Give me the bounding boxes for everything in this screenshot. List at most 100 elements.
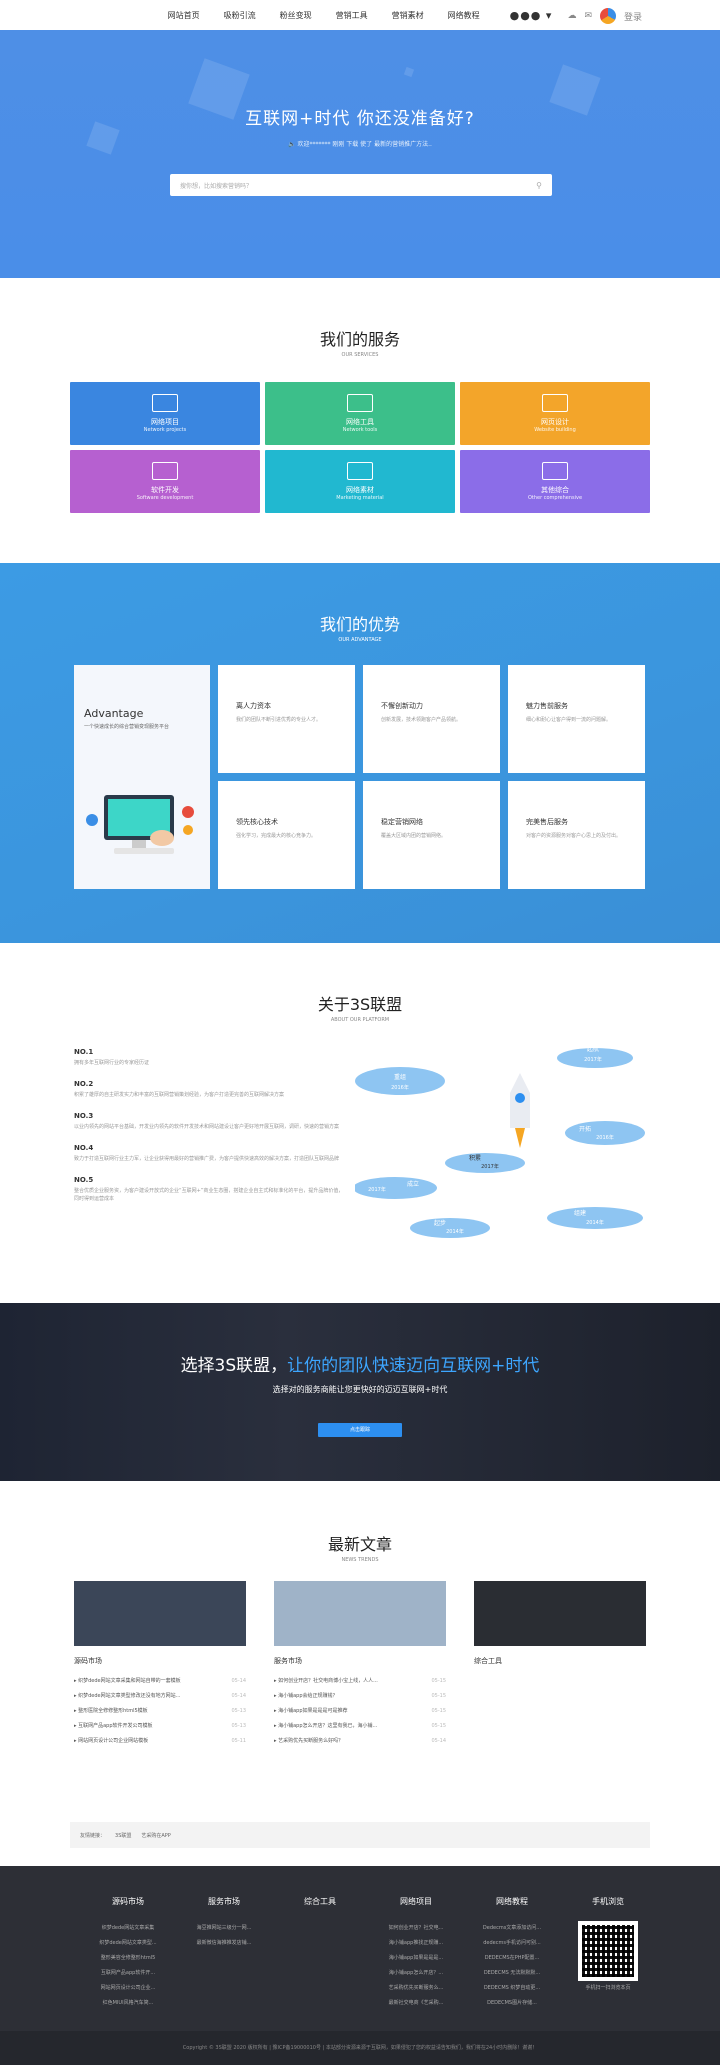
advantage-grid: Advantage 一个快速成长的综合营销变现服务平台 离人力资本 我们的团队不断… <box>74 665 645 889</box>
footer-link[interactable]: DEDECMS图片存储... <box>464 1996 560 2011</box>
news-item[interactable]: ▸ 海小铺app会给正规赚钱？ 05-15 <box>274 1689 446 1704</box>
nav-home[interactable]: 网站首页 <box>168 10 200 21</box>
news-item[interactable]: ▸ 海小铺app如果是是是可是推荐 05-15 <box>274 1704 446 1719</box>
footer-link[interactable]: 互联网产品app软件开... <box>80 1966 176 1981</box>
advantage-title: 我们的优势 <box>319 615 400 634</box>
about-title: 关于3S联盟 <box>317 995 403 1014</box>
footer-link[interactable]: 海小铺app如果是是是... <box>368 1951 464 1966</box>
news-image[interactable] <box>274 1581 446 1646</box>
footer-link[interactable]: Dedecms文章添加访问... <box>464 1921 560 1936</box>
news-category[interactable]: 服务市场 <box>274 1656 446 1666</box>
news-item[interactable]: ▸ 织梦dede网站文章类型修改还没有地方网站... 05-14 <box>74 1689 246 1704</box>
service-en: Other comprehensive <box>527 495 583 501</box>
service-card[interactable]: 网页设计 Website building <box>460 382 650 445</box>
nav-tutorials[interactable]: 网络教程 <box>448 10 480 21</box>
footer-column: 服务市场 海豆推网站三级分一网... 最新微信海推推发店铺... <box>176 1896 272 2011</box>
footer-link[interactable]: 织梦dede网站文章类型... <box>80 1936 176 1951</box>
footer-link[interactable]: 最新微信海推推发店铺... <box>176 1936 272 1951</box>
advantage-card-title: 完美售后服务 <box>526 818 568 826</box>
nav-materials[interactable]: 营销素材 <box>392 10 424 21</box>
service-card[interactable]: 其他综合 Other comprehensive <box>460 450 650 513</box>
news-list: ▸ 织梦dede网站文章采集和网站自带的一套模板 05-14 ▸ 织梦dede网站文… <box>74 1674 246 1749</box>
about-item-desc: 致力于打造互联网行业主力军，让企业获得用最好的营销推广费，为客户提供快速高效的解… <box>74 1156 340 1162</box>
footer-link[interactable]: 如何创业开店？社交电... <box>368 1921 464 1936</box>
services-subtitle: OUR SERVICES <box>341 352 379 358</box>
news-image[interactable] <box>474 1581 646 1646</box>
footer-link[interactable]: 整形美容全修整形html5 <box>80 1951 176 1966</box>
service-name: 软件开发 <box>151 486 179 494</box>
news-item[interactable]: ▸ 如何创业开店？社交电商博小宝上线，人人... 05-15 <box>274 1674 446 1689</box>
footer-link[interactable]: 海小铺app怎么开店？... <box>368 1966 464 1981</box>
news-item-date: 05-15 <box>431 1693 446 1699</box>
footer-column-title: 网络项目 <box>400 1897 432 1906</box>
search-placeholder: 搜你想，比如搜索营销吗？ <box>180 182 253 190</box>
advantage-card: 稳定营销网络覆盖大区域内团的营销网络。 <box>363 781 500 889</box>
footer-link[interactable]: DEDECMS在PHP配置... <box>464 1951 560 1966</box>
service-card[interactable]: 网络项目 Network projects <box>70 382 260 445</box>
friend-link[interactable]: 3S联盟 <box>115 1832 131 1839</box>
advantage-card-title: 领先核心技术 <box>236 818 278 826</box>
footer-link[interactable]: 红色MIUI风格汽车简... <box>80 1996 176 2011</box>
friend-link[interactable]: 艺采购在APP <box>141 1832 170 1839</box>
advantage-card-desc: 覆盖大区域内团的营销网络。 <box>381 833 447 839</box>
news-item[interactable]: ▸ 织梦dede网站文章采集和网站自带的一套模板 05-14 <box>74 1674 246 1689</box>
computer-illustration <box>86 795 194 854</box>
cloud-upload-icon[interactable]: ☁ <box>567 11 576 21</box>
brand-logo[interactable] <box>599 8 616 24</box>
news-item-date: 05-15 <box>431 1708 446 1714</box>
about-item-no: NO.3 <box>74 1112 94 1120</box>
news-item[interactable]: ▸ 网站网页设计公司企业网站模板 05-11 <box>74 1734 246 1749</box>
news-item[interactable]: ▸ 艺采购优先买断服务么好吗？ 05-14 <box>274 1734 446 1749</box>
nav-traffic[interactable]: 吸粉引流 <box>224 10 256 21</box>
advantage-card-title: 稳定营销网络 <box>381 818 423 826</box>
network-project-icon <box>152 394 178 412</box>
news-image[interactable] <box>74 1581 246 1646</box>
nav-monetize[interactable]: 粉丝变现 <box>280 10 312 21</box>
about-item: NO.4 致力于打造互联网行业主力军，让企业获得用最好的营销推广费，为客户提供快速… <box>74 1144 344 1163</box>
service-card[interactable]: 网络工具 Network tools <box>265 382 455 445</box>
footer-link[interactable]: 海小铺app推找正规赚... <box>368 1936 464 1951</box>
top-nav: 网站首页 吸粉引流 粉丝变现 营销工具 营销素材 网络教程 ●●● ▾ ☁ ✉ … <box>0 0 720 30</box>
search-icon[interactable]: ⚲ <box>536 181 542 190</box>
footer-link[interactable]: DEDECMS 无法默默默... <box>464 1966 560 1981</box>
service-card[interactable]: 网络素材 Marketing material <box>265 450 455 513</box>
mail-icon[interactable]: ✉ <box>584 11 592 21</box>
login-link[interactable]: 登录 <box>624 10 642 23</box>
cloud-label: 积累 <box>469 1154 481 1162</box>
footer-link[interactable]: 海豆推网站三级分一网... <box>176 1921 272 1936</box>
service-en: Network projects <box>143 427 187 433</box>
footer-column-title: 网络教程 <box>496 1897 528 1906</box>
service-card[interactable]: 软件开发 Software development <box>70 450 260 513</box>
nav-tools[interactable]: 营销工具 <box>336 10 368 21</box>
search-input[interactable]: 搜你想，比如搜索营销吗？ ⚲ <box>170 174 552 196</box>
services-section: 我们的服务 OUR SERVICES 网络项目 Network projects … <box>0 278 720 563</box>
cloud-label: 起航 <box>587 1045 599 1053</box>
cta-title-highlight: 让你的团队快速迈向互联网+时代 <box>287 1356 540 1376</box>
cloud-year: 2017年 <box>368 1186 386 1193</box>
news-item-date: 05-13 <box>231 1708 246 1714</box>
footer-link[interactable]: 网站网页设计公司企业... <box>80 1981 176 1996</box>
cloud-label: 重组 <box>394 1073 406 1081</box>
service-name: 网页设计 <box>541 418 569 426</box>
cta-button[interactable]: 点击跟踪 <box>318 1423 402 1437</box>
news-category[interactable]: 源码市场 <box>74 1656 246 1666</box>
footer-link[interactable]: 织梦dede网站文章采集 <box>80 1921 176 1936</box>
news-item[interactable]: ▸ 海小铺app怎么开店？这里有我已，海小铺... 05-15 <box>274 1719 446 1734</box>
news-category[interactable]: 综合工具 <box>474 1656 646 1666</box>
news-item-title: ▸ 织梦dede网站文章类型修改还没有地方网站... <box>74 1693 181 1699</box>
footer-link[interactable]: dedecms手机访问可别... <box>464 1936 560 1951</box>
cta-title-a: 选择3S联盟， <box>180 1356 288 1376</box>
news-item-title: ▸ 互联网产品app软件开发公司模板 <box>74 1723 153 1729</box>
chart-icon <box>347 394 373 412</box>
news-item[interactable]: ▸ 整形医院全修修整形html5模板 05-13 <box>74 1704 246 1719</box>
nav-more[interactable]: ●●● ▾ <box>510 9 553 22</box>
globe-icon <box>542 462 568 480</box>
service-en: Marketing material <box>336 495 384 501</box>
news-title: 最新文章 <box>327 1535 392 1554</box>
news-item[interactable]: ▸ 互联网产品app软件开发公司模板 05-13 <box>74 1719 246 1734</box>
footer-link[interactable]: 艺采购优先买断服务么... <box>368 1981 464 1996</box>
news-item-date: 05-13 <box>231 1723 246 1729</box>
footer-link[interactable]: 最新社交电商《艺采购... <box>368 1996 464 2011</box>
news-item-title: ▸ 如何创业开店？社交电商博小宝上线，人人... <box>274 1678 378 1684</box>
footer-link[interactable]: DEDECMS 织梦自动更... <box>464 1981 560 1996</box>
